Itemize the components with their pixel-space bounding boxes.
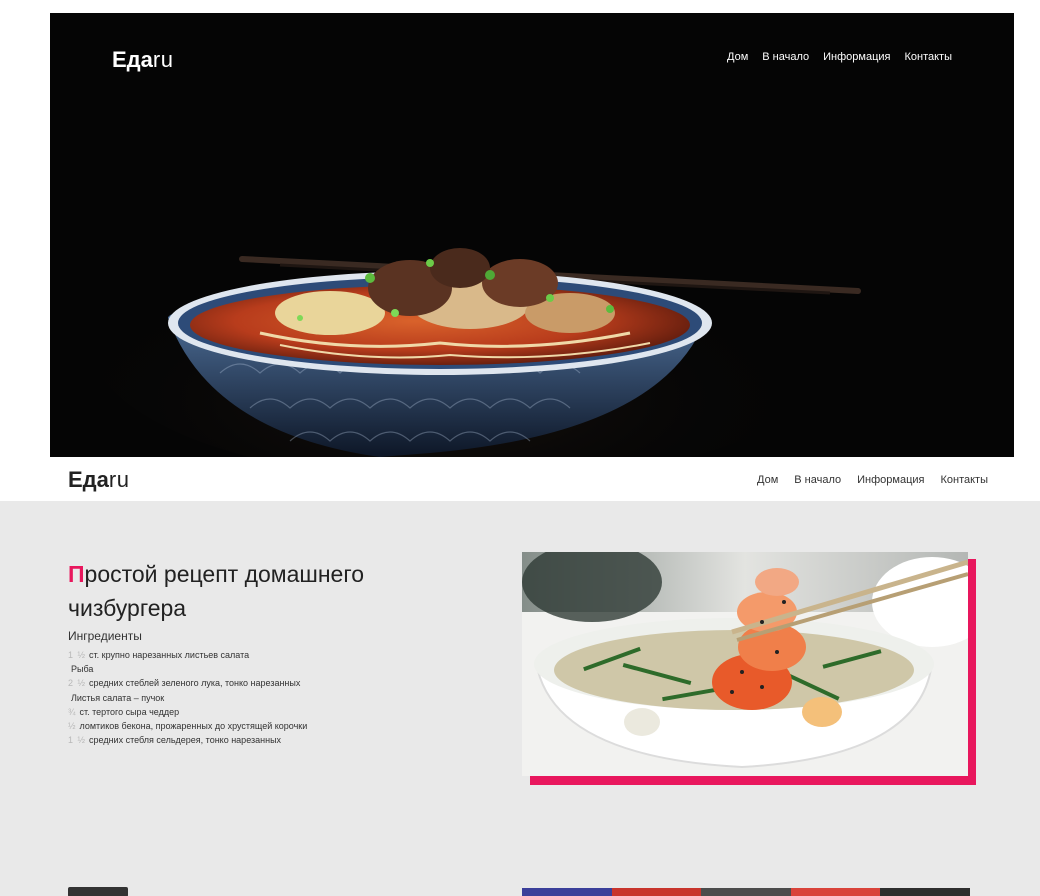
recipe-title: Простой рецепт домашнего чизбургера [68, 557, 448, 625]
navbar-link-info[interactable]: Информация [857, 474, 924, 486]
navbar-logo-bold: Еда [68, 467, 109, 492]
recipe-title-initial: П [68, 561, 85, 587]
ingredients-heading: Ингредиенты [68, 629, 142, 643]
ingredient-item: ¾ ст. тертого сыра чеддер [68, 705, 307, 719]
brand-logo-bold: Еда [112, 47, 153, 72]
recipe-title-text: ростой рецепт домашнего чизбургера [68, 561, 365, 621]
navbar-link-contacts[interactable]: Контакты [940, 474, 988, 486]
next-recipe-title-peek [68, 887, 128, 896]
hero-nav: Дом В начало Информация Контакты [727, 51, 952, 63]
ingredient-item: Листья салата – пучок [68, 691, 307, 705]
hero-nav-home[interactable]: Дом [727, 51, 748, 63]
ingredient-item: 1 ½ ст. крупно нарезанных листьев салата [68, 648, 307, 662]
ingredient-qty: ½ [68, 721, 77, 732]
ingredient-text: Листья салата – пучок [71, 692, 165, 703]
next-recipe-photo-peek [522, 888, 970, 896]
navbar-links: Дом В начало Информация Контакты [757, 474, 988, 486]
hero-banner: Едаru Дом В начало Информация Контакты [50, 13, 1014, 457]
ingredient-qty: ¾ [68, 706, 77, 717]
ingredient-text: Рыба [71, 664, 94, 675]
navbar-logo-light: ru [108, 467, 130, 492]
ingredient-qty: 2 ½ [68, 678, 87, 689]
hero-nav-contacts[interactable]: Контакты [904, 51, 952, 63]
ingredient-text: ломтиков бекона, прожаренных до хрустяще… [79, 721, 308, 732]
hero-nav-info[interactable]: Информация [823, 51, 890, 63]
salad-bowl-photo [522, 552, 968, 776]
ingredient-text: ст. тертого сыра чеддер [79, 706, 180, 717]
ingredient-item: 1 ½ средних стебля сельдерея, тонко нарез… [68, 733, 307, 747]
brand-logo[interactable]: Едаru [112, 47, 173, 73]
ingredient-text: средних стеблей зеленого лука, тонко нар… [89, 678, 301, 689]
navbar-link-start[interactable]: В начало [794, 474, 841, 486]
navbar-logo[interactable]: Едаru [68, 467, 129, 493]
navbar-link-home[interactable]: Дом [757, 474, 778, 486]
brand-logo-light: ru [152, 47, 174, 72]
ingredient-text: ст. крупно нарезанных листьев салата [89, 650, 250, 660]
ingredient-item: ½ ломтиков бекона, прожаренных до хрустящ… [68, 719, 307, 733]
hero-nav-start[interactable]: В начало [762, 51, 809, 63]
ingredient-item: Рыба [68, 662, 307, 676]
ingredient-qty: 1 ½ [68, 650, 87, 660]
sticky-navbar: Едаru Дом В начало Информация Контакты [0, 457, 1040, 501]
noodle-bowl-image [50, 13, 1014, 457]
recipe-section: Простой рецепт домашнего чизбургера Ингр… [0, 501, 1040, 896]
salad-bowl-image [522, 552, 968, 776]
ingredient-qty: 1 ½ [68, 735, 87, 746]
ingredient-text: средних стебля сельдерея, тонко нарезанн… [89, 735, 282, 746]
ingredient-item: 2 ½ средних стеблей зеленого лука, тонко … [68, 676, 307, 690]
ingredients-list: 1 ½ ст. крупно нарезанных листьев салата … [68, 648, 307, 747]
